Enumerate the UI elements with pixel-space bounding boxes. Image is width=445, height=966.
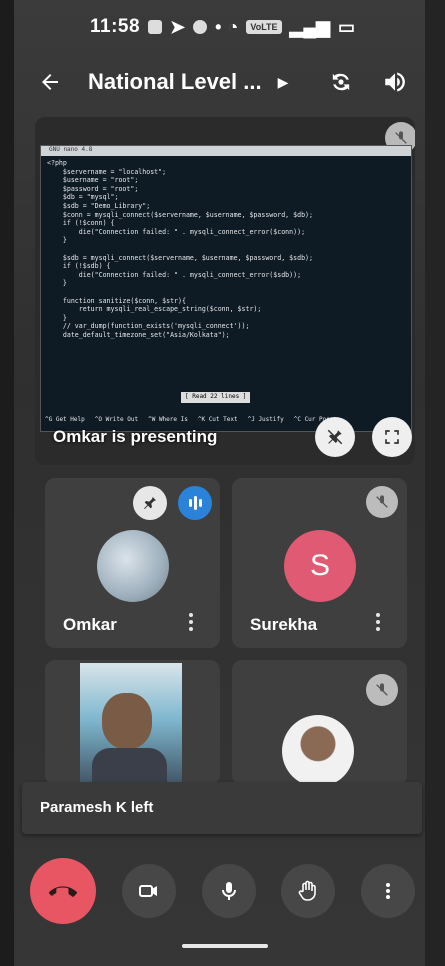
status-bar: 11:58 ➤ • ◔ VoLTE ▂▄▆ ▭	[20, 10, 425, 44]
mic-off-icon	[376, 683, 388, 696]
code-line: $password = "root";	[47, 184, 139, 193]
code-lines: <?php $servername = "localhost"; $userna…	[41, 156, 411, 342]
participant-name: Omkar	[63, 615, 117, 634]
call-controls	[30, 858, 415, 924]
title-chevron-icon[interactable]: ▶	[278, 74, 289, 91]
code-line: function sanitize($conn, $str){	[47, 296, 186, 305]
camera-toggle-button[interactable]	[121, 864, 176, 918]
raise-hand-icon	[298, 880, 317, 901]
participant-name: Surekha	[250, 615, 318, 634]
audio-output-button[interactable]	[375, 62, 415, 102]
participant-tile-surekha[interactable]: S Surekha	[232, 478, 407, 648]
telegram-icon: ➤	[170, 16, 186, 37]
code-line: // var_dump(function_exists('mysqli_conn…	[47, 322, 250, 331]
dot-icon: •	[215, 16, 222, 37]
meet-call-screen: 11:58 ➤ • ◔ VoLTE ▂▄▆ ▭ National Level .…	[0, 0, 445, 966]
mic-off-icon	[376, 495, 388, 508]
participant-left-toast: Paramesh K left	[22, 782, 422, 834]
unpin-button[interactable]	[315, 417, 355, 457]
mic-off-icon	[395, 131, 407, 144]
presentation-tile[interactable]: GNU nano 4.8 <?php $servername = "localh…	[35, 117, 415, 465]
code-line: die("Connection failed: " . mysqli_conne…	[47, 227, 306, 236]
nano-shortcut: ^O Write Out	[94, 416, 139, 424]
code-titlebar: GNU nano 4.8	[41, 146, 411, 156]
code-line: if (!$sdb) {	[47, 262, 111, 271]
home-indicator[interactable]	[182, 944, 268, 948]
device-edge-left	[0, 0, 14, 966]
surekha-avatar: S	[284, 530, 356, 602]
nano-shortcut: ^W Where Is	[148, 416, 188, 424]
code-line: $db = "mysql";	[47, 193, 119, 202]
battery-icon: ▭	[337, 16, 355, 37]
meeting-title[interactable]: National Level ...	[88, 69, 262, 95]
video-camera-icon	[138, 885, 157, 897]
nano-shortcut: ^G Get Help	[45, 416, 85, 424]
participant-tile-photo[interactable]	[232, 660, 407, 785]
more-vertical-icon	[386, 883, 390, 899]
participant-tile-video[interactable]	[45, 660, 220, 785]
speaker-icon	[385, 72, 405, 92]
shared-screen-code: GNU nano 4.8 <?php $servername = "localh…	[40, 145, 412, 432]
app-bar: National Level ... ▶	[30, 58, 415, 106]
code-line: }	[47, 279, 67, 288]
muted-badge	[366, 674, 398, 706]
code-keys: ^G Get Help ^O Write Out ^W Where Is ^K Cut…	[45, 416, 407, 425]
volte-badge: VoLTE	[246, 20, 282, 34]
code-line: $servername = "localhost";	[47, 167, 167, 176]
switch-camera-icon	[332, 73, 350, 91]
code-line: $username = "root";	[47, 176, 139, 185]
pin-icon	[144, 497, 156, 509]
participant-face	[102, 693, 152, 749]
nano-shortcut: ^K Cut Text	[197, 416, 238, 424]
code-line: <?php	[47, 159, 67, 167]
microphone-icon	[221, 882, 236, 900]
code-line: if (!$conn) {	[47, 219, 115, 228]
code-line: $conn = mysqli_connect($servername, $use…	[47, 210, 313, 219]
code-line: }	[47, 236, 67, 245]
code-line: return mysqli_real_escape_string($conn, …	[47, 305, 262, 314]
fullscreen-button[interactable]	[372, 417, 412, 457]
app-icon	[193, 20, 208, 34]
pin-button[interactable]	[133, 486, 167, 520]
toast-text: Paramesh K left	[40, 799, 154, 816]
switch-camera-button[interactable]	[321, 62, 361, 102]
end-call-button[interactable]	[30, 858, 96, 924]
fullscreen-icon	[385, 430, 399, 444]
more-options-call-button[interactable]	[361, 864, 415, 918]
participant-video	[80, 663, 182, 785]
participant-shirt	[92, 748, 167, 785]
omkar-avatar	[97, 530, 169, 602]
code-line: $sdb = "Demo_Library";	[47, 201, 151, 210]
participant-avatar	[282, 715, 354, 785]
more-options-button[interactable]	[184, 613, 198, 631]
unpin-icon	[327, 429, 343, 445]
code-line: die("Connection failed: " . mysqli_conne…	[47, 270, 302, 279]
mic-toggle-button[interactable]	[201, 864, 256, 918]
more-options-button[interactable]	[371, 613, 385, 631]
end-call-icon	[49, 886, 77, 897]
signal-icon: ▂▄▆	[289, 16, 330, 37]
notification-icon	[148, 20, 163, 34]
back-button[interactable]	[30, 62, 70, 102]
nano-shortcut: ^J Justify	[247, 416, 284, 424]
wifi-icon: ◔	[227, 16, 239, 37]
code-line: $sdb = mysqli_connect($servername, $user…	[47, 253, 313, 262]
device-edge-right	[425, 0, 445, 966]
status-time: 11:58	[90, 16, 141, 37]
code-line: date_default_timezone_set("Asia/Kolkata"…	[47, 330, 230, 339]
code-line: }	[47, 313, 67, 322]
raise-hand-button[interactable]	[281, 864, 336, 918]
code-status: [ Read 22 lines ]	[181, 392, 251, 403]
participant-tile-omkar[interactable]: Omkar	[45, 478, 220, 648]
muted-badge	[366, 486, 398, 518]
speaking-indicator	[178, 486, 212, 520]
back-arrow-icon	[42, 74, 58, 90]
presenter-label: Omkar is presenting	[53, 427, 218, 446]
